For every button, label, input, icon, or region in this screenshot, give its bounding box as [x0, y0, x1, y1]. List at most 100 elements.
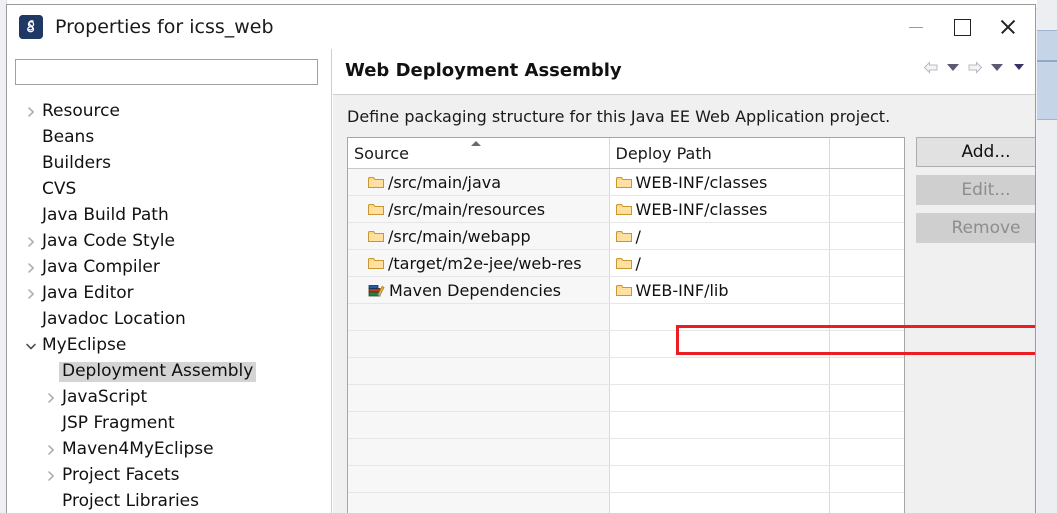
cell-deploy-path [609, 303, 830, 331]
folder-icon [615, 231, 632, 242]
table-row[interactable]: Maven Dependencies WEB-INF/lib [348, 276, 904, 304]
cell-source [348, 411, 610, 439]
chevron-right-icon[interactable] [23, 281, 39, 307]
edit-button: Edit... [916, 175, 1035, 205]
table-row[interactable]: /target/m2e-jee/web-res / [348, 249, 904, 277]
table-row-empty[interactable] [348, 357, 904, 385]
cell-source[interactable]: /src/main/java [348, 168, 610, 196]
filter-input[interactable] [15, 59, 318, 85]
chevron-right-icon[interactable] [23, 229, 39, 255]
properties-dialog: Properties for icss_web Resource Beans Bui… [6, 4, 1036, 513]
cell-source[interactable]: /target/m2e-jee/web-res [348, 249, 610, 277]
cell-source-label: Maven Dependencies [389, 280, 562, 300]
sidebar-item-maven4myeclipse[interactable]: Maven4MyEclipse [7, 437, 332, 463]
chevron-down-icon[interactable] [23, 333, 39, 359]
sidebar-item-java-editor[interactable]: Java Editor [7, 281, 332, 307]
minimize-button[interactable] [893, 5, 939, 49]
column-header-extra[interactable] [829, 138, 904, 169]
cell-source [348, 438, 610, 466]
page-title: Web Deployment Assembly [345, 60, 622, 81]
sidebar-item-javascript[interactable]: JavaScript [7, 385, 332, 411]
sidebar-item-project-facets[interactable]: Project Facets [7, 463, 332, 489]
cell-extra [829, 249, 904, 277]
chevron-right-icon[interactable] [43, 463, 59, 489]
sidebar-item-cvs[interactable]: CVS [7, 177, 332, 203]
folder-icon [368, 258, 384, 269]
sidebar-item-label: Beans [42, 127, 95, 147]
cell-source [348, 384, 610, 412]
table-row[interactable]: /src/main/java WEB-INF/classes [348, 168, 904, 196]
sidebar-item-java-compiler[interactable]: Java Compiler [7, 255, 332, 281]
assembly-table-container[interactable]: Source Deploy Path /src/main/java WEB-INF… [347, 137, 905, 513]
cell-source[interactable]: Maven Dependencies [348, 276, 610, 304]
sidebar-item-label: Maven4MyEclipse [62, 439, 214, 459]
forward-dropdown-icon[interactable] [987, 57, 1007, 77]
sidebar-item-javadoc-location[interactable]: Javadoc Location [7, 307, 332, 333]
table-row-empty[interactable] [348, 438, 904, 466]
background-right-highlight [1037, 30, 1057, 120]
back-arrow-icon[interactable] [921, 57, 941, 77]
menu-dropdown-icon[interactable] [1009, 57, 1029, 77]
cell-deploy-path[interactable]: WEB-INF/classes [609, 168, 830, 196]
back-dropdown-icon[interactable] [943, 57, 963, 77]
cell-deploy-path-label: / [635, 226, 641, 246]
table-row-empty[interactable] [348, 303, 904, 331]
sidebar-item-jsp-fragment[interactable]: JSP Fragment [7, 411, 332, 437]
maximize-icon [953, 18, 971, 36]
cell-source [348, 330, 610, 358]
chevron-right-icon[interactable] [43, 437, 59, 463]
chevron-right-icon[interactable] [23, 255, 39, 281]
cell-source[interactable]: /src/main/webapp [348, 222, 610, 250]
cell-source-label: /src/main/webapp [388, 226, 531, 246]
column-header-deploy-path[interactable]: Deploy Path [609, 138, 830, 169]
table-row-empty[interactable] [348, 465, 904, 493]
table-row-empty[interactable] [348, 330, 904, 358]
cell-source[interactable]: /src/main/resources [348, 195, 610, 223]
sidebar-item-resource[interactable]: Resource [7, 99, 332, 125]
settings-tree[interactable]: Resource Beans Builders CVS Java Build Path J… [7, 99, 332, 513]
background-right-panel [1037, 0, 1057, 513]
sidebar-item-deployment-assembly[interactable]: Deployment Assembly [7, 359, 332, 385]
sidebar-item-myeclipse[interactable]: MyEclipse [7, 333, 332, 359]
cell-deploy-path [609, 384, 830, 412]
table-row[interactable]: /src/main/resources WEB-INF/classes [348, 195, 904, 223]
close-button[interactable] [985, 5, 1031, 49]
maven-dependencies-icon [368, 285, 385, 297]
window-title: Properties for icss_web [55, 16, 274, 38]
sidebar-item-project-libraries[interactable]: Project Libraries [7, 489, 332, 513]
sidebar-item-label: Java Compiler [42, 257, 160, 277]
sidebar-item-label: Javadoc Location [42, 309, 186, 329]
cell-source [348, 465, 610, 493]
cell-extra [829, 465, 904, 493]
settings-sidebar: Resource Beans Builders CVS Java Build Path J… [7, 49, 332, 513]
maximize-button[interactable] [939, 5, 985, 49]
cell-deploy-path[interactable]: WEB-INF/classes [609, 195, 830, 223]
action-button-column: Add... Edit... Remove [916, 137, 1035, 251]
cell-deploy-path[interactable]: WEB-INF/lib [609, 276, 830, 304]
sidebar-item-java-build-path[interactable]: Java Build Path [7, 203, 332, 229]
table-row[interactable]: /src/main/webapp / [348, 222, 904, 250]
chevron-right-icon[interactable] [43, 385, 59, 411]
add-button[interactable]: Add... [916, 137, 1035, 167]
cell-extra [829, 438, 904, 466]
cell-deploy-path[interactable]: / [609, 249, 830, 277]
table-row-empty[interactable] [348, 492, 904, 513]
sidebar-item-builders[interactable]: Builders [7, 151, 332, 177]
cell-source [348, 303, 610, 331]
sidebar-item-beans[interactable]: Beans [7, 125, 332, 151]
chevron-right-icon[interactable] [23, 99, 39, 125]
table-row-empty[interactable] [348, 384, 904, 412]
table-row-empty[interactable] [348, 411, 904, 439]
cell-deploy-path [609, 357, 830, 385]
cell-deploy-path-label: / [635, 253, 641, 273]
cell-deploy-path[interactable]: / [609, 222, 830, 250]
assembly-table: Source Deploy Path /src/main/java WEB-INF… [348, 138, 904, 513]
column-header-source[interactable]: Source [348, 138, 610, 169]
sidebar-item-java-code-style[interactable]: Java Code Style [7, 229, 332, 255]
forward-arrow-icon[interactable] [965, 57, 985, 77]
